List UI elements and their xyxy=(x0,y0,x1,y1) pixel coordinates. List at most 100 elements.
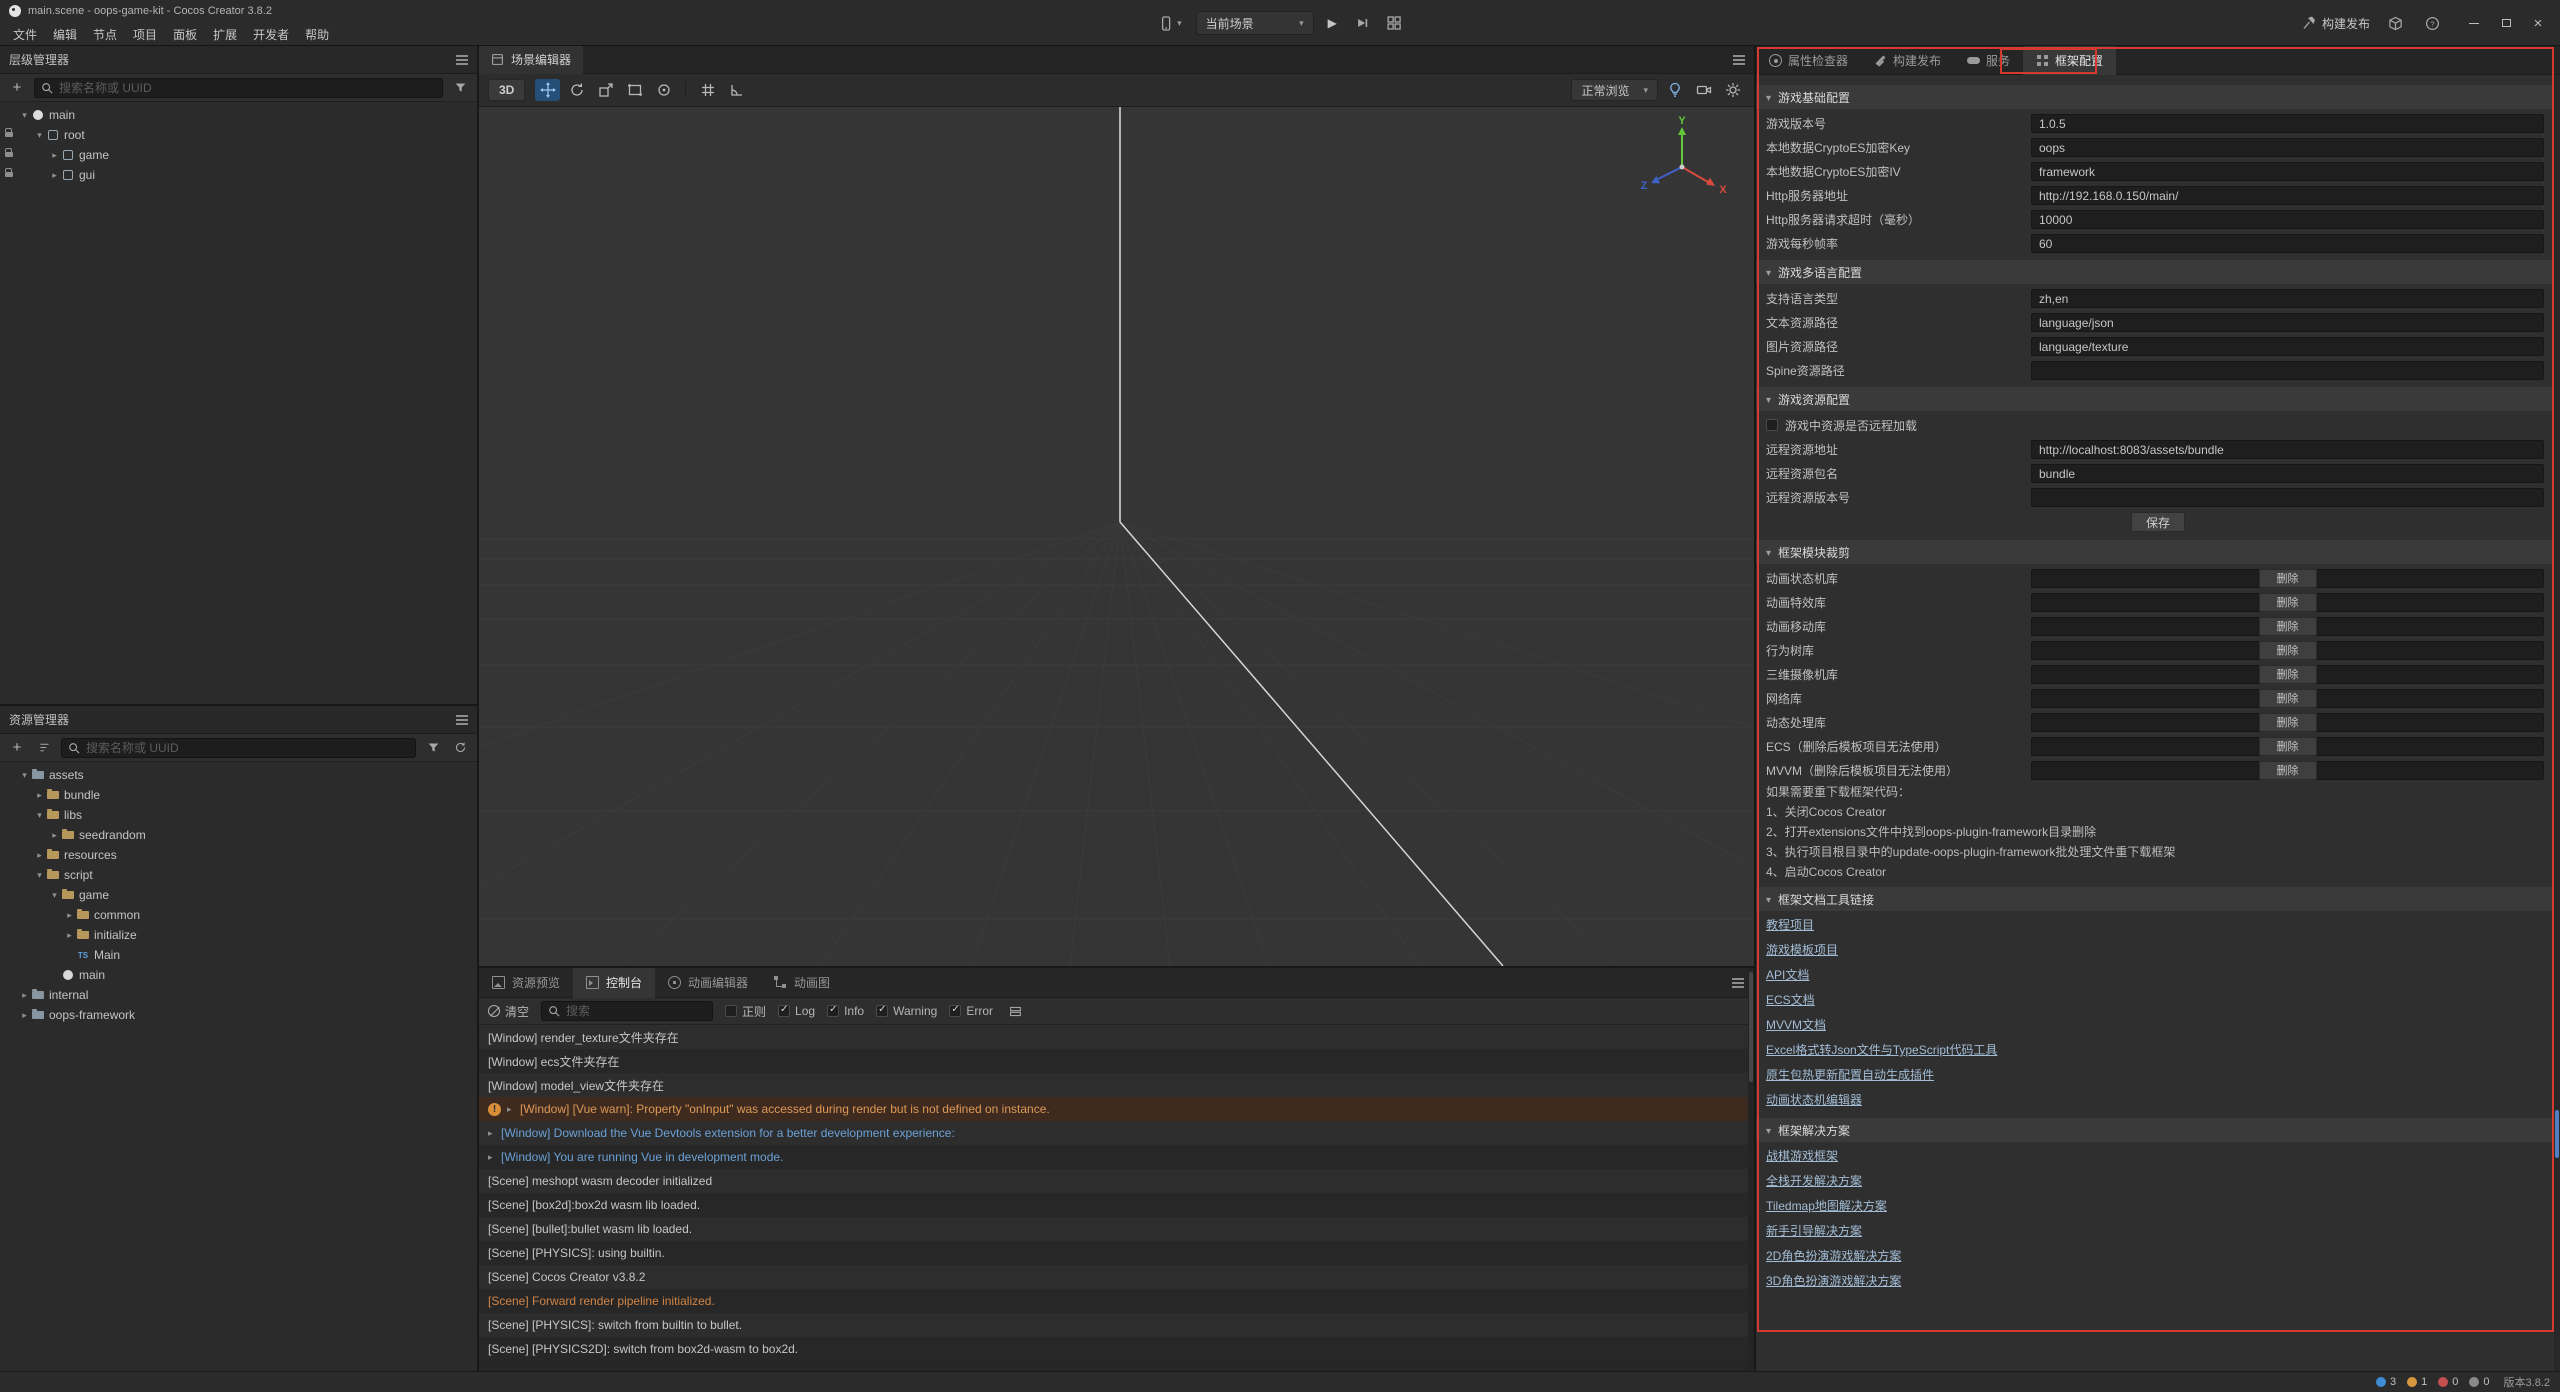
log-expand-caret[interactable] xyxy=(488,1128,501,1139)
menu-item[interactable]: 项目 xyxy=(125,23,165,46)
axis-gizmo[interactable]: Y X Z xyxy=(1634,115,1730,211)
property-input[interactable]: 60 xyxy=(2031,234,2544,253)
hamburger-icon[interactable] xyxy=(456,59,468,61)
preview-device-button[interactable] xyxy=(1155,11,1186,35)
section-header-language[interactable]: 游戏多语言配置 xyxy=(1756,260,2560,284)
section-header-resource[interactable]: 游戏资源配置 xyxy=(1756,387,2560,411)
asset-node[interactable]: main xyxy=(0,965,477,985)
hamburger-icon[interactable] xyxy=(1732,982,1744,984)
hierarchy-node[interactable]: ▸ game xyxy=(0,145,477,165)
hamburger-icon[interactable] xyxy=(456,719,468,721)
menu-item[interactable]: 编辑 xyxy=(45,23,85,46)
inspector-tab[interactable]: 构建发布 xyxy=(1861,46,1954,75)
solution-link[interactable]: 2D角色扮演游戏解决方案 xyxy=(1766,1244,1901,1269)
mode-3d-button[interactable]: 3D xyxy=(488,79,525,101)
expand-arrow-icon[interactable]: ▾ xyxy=(33,130,46,141)
hierarchy-node[interactable]: ▾ root xyxy=(0,125,477,145)
doc-link[interactable]: 原生包热更新配置自动生成插件 xyxy=(1766,1063,1934,1088)
expand-arrow-icon[interactable]: ▸ xyxy=(33,850,46,861)
menu-item[interactable]: 开发者 xyxy=(245,23,297,46)
play-button[interactable] xyxy=(1324,11,1341,35)
inspector-tab[interactable]: 服务 xyxy=(1954,46,2023,75)
scene-selector-dropdown[interactable]: 当前场景 xyxy=(1196,11,1314,35)
scene-editor-tab[interactable]: 场景编辑器 xyxy=(479,46,583,74)
delete-button[interactable]: 删除 xyxy=(2259,689,2317,708)
save-button[interactable]: 保存 xyxy=(2131,512,2185,532)
doc-link[interactable]: 游戏模板项目 xyxy=(1766,938,1838,963)
log-row[interactable]: [Window] [Vue warn]: Property "onInput" … xyxy=(479,1097,1754,1121)
log-row[interactable]: [Scene] [PHYSICS]: switch from builtin t… xyxy=(479,1313,1754,1337)
asset-node[interactable]: ▾ game xyxy=(0,885,477,905)
grid-snap-button[interactable] xyxy=(695,79,720,101)
section-header-modules[interactable]: 框架模块裁剪 xyxy=(1756,540,2560,564)
console-scrollbar[interactable] xyxy=(1748,968,1754,1371)
help-button[interactable]: ? xyxy=(2421,11,2444,35)
log-row[interactable]: [Scene] Forward render pipeline initiali… xyxy=(479,1289,1754,1313)
hierarchy-node[interactable]: ▾ main xyxy=(0,105,477,125)
expand-arrow-icon[interactable]: ▸ xyxy=(48,150,61,161)
property-input[interactable]: oops xyxy=(2031,138,2544,157)
expand-arrow-icon[interactable]: ▾ xyxy=(33,870,46,881)
console-tab[interactable]: 动画图 xyxy=(761,968,843,998)
hierarchy-search-input[interactable] xyxy=(59,81,436,95)
doc-link[interactable]: API文档 xyxy=(1766,963,1809,988)
property-input[interactable] xyxy=(2031,488,2544,507)
build-publish-button[interactable]: 构建发布 xyxy=(2302,15,2370,32)
collapse-logs-button[interactable] xyxy=(1005,1001,1025,1021)
pivot-tool-button[interactable] xyxy=(651,79,676,101)
log-row[interactable]: [Scene] [PHYSICS]: using builtin. xyxy=(479,1241,1754,1265)
asset-node[interactable]: ▾ script xyxy=(0,865,477,885)
property-input[interactable]: framework xyxy=(2031,162,2544,181)
status-count[interactable]: 0 xyxy=(2438,1376,2458,1388)
console-tab[interactable]: 资源预览 xyxy=(479,968,573,998)
menu-item[interactable]: 节点 xyxy=(85,23,125,46)
expand-arrow-icon[interactable]: ▸ xyxy=(48,830,61,841)
expand-arrow-icon[interactable]: ▸ xyxy=(18,1010,31,1021)
move-tool-button[interactable] xyxy=(535,79,560,101)
expand-arrow-icon[interactable]: ▸ xyxy=(63,930,76,941)
hierarchy-node[interactable]: ▸ gui xyxy=(0,165,477,185)
solution-link[interactable]: 新手引导解决方案 xyxy=(1766,1219,1862,1244)
delete-button[interactable]: 删除 xyxy=(2259,569,2317,588)
asset-node[interactable]: ▾ libs xyxy=(0,805,477,825)
log-filter-checkbox[interactable]: Warning xyxy=(876,1004,937,1018)
expand-arrow-icon[interactable]: ▾ xyxy=(33,810,46,821)
assets-search-input[interactable] xyxy=(86,741,409,755)
scale-tool-button[interactable] xyxy=(593,79,618,101)
rect-tool-button[interactable] xyxy=(622,79,647,101)
rotate-tool-button[interactable] xyxy=(564,79,589,101)
scene-viewport[interactable]: Y X Z xyxy=(479,107,1754,966)
scene-light-toggle[interactable] xyxy=(1662,79,1687,101)
property-input[interactable]: http://192.168.0.150/main/ xyxy=(2031,186,2544,205)
delete-button[interactable]: 删除 xyxy=(2259,617,2317,636)
remote-load-checkbox[interactable] xyxy=(1766,419,1778,431)
assets-filter-button[interactable] xyxy=(423,738,443,758)
expand-arrow-icon[interactable]: ▾ xyxy=(18,770,31,781)
log-row[interactable]: [Scene] meshopt wasm decoder initialized xyxy=(479,1169,1754,1193)
delete-button[interactable]: 删除 xyxy=(2259,761,2317,780)
status-count[interactable]: 1 xyxy=(2407,1376,2427,1388)
property-input[interactable]: http://localhost:8083/assets/bundle xyxy=(2031,440,2544,459)
log-filter-checkbox[interactable]: Log xyxy=(778,1004,815,1018)
maximize-button[interactable] xyxy=(2490,10,2522,36)
solution-link[interactable]: Tiledmap地图解决方案 xyxy=(1766,1194,1887,1219)
layout-grid-button[interactable] xyxy=(1383,11,1405,35)
asset-node[interactable]: ▾ assets xyxy=(0,765,477,785)
rotate-snap-button[interactable] xyxy=(724,79,749,101)
scrollbar-thumb[interactable] xyxy=(2555,1110,2559,1158)
console-tab[interactable]: 控制台 xyxy=(573,968,655,998)
log-row[interactable]: [Window] model_view文件夹存在 xyxy=(479,1073,1754,1097)
view-mode-dropdown[interactable]: 正常浏览 xyxy=(1571,79,1658,101)
close-button[interactable] xyxy=(2522,10,2554,36)
property-input[interactable]: language/texture xyxy=(2031,337,2544,356)
log-row[interactable]: [Window] Download the Vue Devtools exten… xyxy=(479,1121,1754,1145)
property-input[interactable] xyxy=(2031,361,2544,380)
log-filter-checkbox[interactable]: Error xyxy=(949,1004,993,1018)
expand-arrow-icon[interactable]: ▾ xyxy=(48,890,61,901)
menu-item[interactable]: 面板 xyxy=(165,23,205,46)
section-header-docs[interactable]: 框架文档工具链接 xyxy=(1756,887,2560,911)
expand-arrow-icon[interactable]: ▸ xyxy=(48,170,61,181)
regex-toggle[interactable]: 正则 xyxy=(725,1003,766,1020)
property-input[interactable]: language/json xyxy=(2031,313,2544,332)
log-expand-caret[interactable] xyxy=(488,1152,501,1163)
